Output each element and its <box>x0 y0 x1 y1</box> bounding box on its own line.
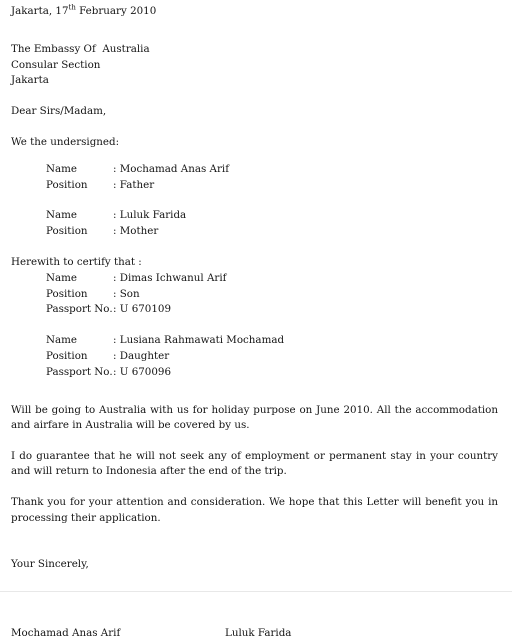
certified-2-position-row: Position : Daughter <box>46 349 498 365</box>
field-value: : Father <box>113 178 155 191</box>
certified-1-passport-row: Passport No. : U 670109 <box>46 302 498 318</box>
undersigned-intro: We the undersigned: <box>11 135 120 148</box>
date-ordinal-suffix: th <box>68 3 76 12</box>
field-label: Position <box>46 178 88 191</box>
undersigned-2-position-row: Position : Mother <box>46 224 498 240</box>
certify-intro: Herewith to certify that : <box>11 255 142 268</box>
field-value: : Luluk Farida <box>113 209 187 222</box>
field-value: : Son <box>113 287 140 300</box>
undersigned-2-name-row: Name : Luluk Farida <box>46 208 498 224</box>
field-value: : U 670109 <box>113 303 172 316</box>
undersigned-1-position-row: Position : Father <box>46 178 498 194</box>
field-value: : Daughter <box>113 349 170 362</box>
recipient-line-3: Jakarta <box>11 74 49 87</box>
body-paragraph-1: Will be going to Australia with us for h… <box>11 403 498 432</box>
signatory-right-name: Luluk Farida <box>225 626 292 639</box>
field-value: : Mother <box>113 225 159 238</box>
field-label: Passport No. <box>46 365 113 378</box>
certified-2-passport-row: Passport No. : U 670096 <box>46 365 498 381</box>
salutation: Dear Sirs/Madam, <box>11 105 107 118</box>
certified-1-position-row: Position : Son <box>46 287 498 303</box>
body-paragraph-2: I do guarantee that he will not seek any… <box>11 449 498 478</box>
field-label: Position <box>46 349 88 362</box>
date-line: Jakarta, 17th February 2010 <box>11 4 498 20</box>
certified-2-name-row: Name : Lusiana Rahmawati Mochamad <box>46 333 498 349</box>
field-label: Name <box>46 334 78 347</box>
recipient-line-2: Consular Section <box>11 58 101 71</box>
field-label: Name <box>46 162 78 175</box>
body-paragraph-3: Thank you for your attention and conside… <box>11 495 498 524</box>
field-value: : U 670096 <box>113 365 172 378</box>
date-suffix: February 2010 <box>75 5 157 17</box>
field-label: Passport No. <box>46 303 113 316</box>
date-prefix: Jakarta, 17 <box>11 5 69 17</box>
field-value: : Dimas Ichwanul Arif <box>113 271 227 284</box>
certified-1-name-row: Name : Dimas Ichwanul Arif <box>46 271 498 287</box>
field-value: : Mochamad Anas Arif <box>113 162 230 175</box>
closing-line: Your Sincerely, <box>11 558 89 571</box>
field-label: Position <box>46 225 88 238</box>
field-label: Name <box>46 209 78 222</box>
field-label: Name <box>46 271 78 284</box>
signatory-left-name: Mochamad Anas Arif <box>11 626 121 639</box>
undersigned-1-name-row: Name : Mochamad Anas Arif <box>46 162 498 178</box>
letter-body: Jakarta, 17th February 2010 The Embassy … <box>11 4 498 642</box>
field-label: Position <box>46 287 88 300</box>
field-value: : Lusiana Rahmawati Mochamad <box>113 334 285 347</box>
letter-page: Jakarta, 17th February 2010 The Embassy … <box>0 0 512 639</box>
signature-row: Mochamad Anas Arif Luluk Farida <box>11 626 498 642</box>
recipient-line-1: The Embassy Of Australia <box>11 42 150 55</box>
